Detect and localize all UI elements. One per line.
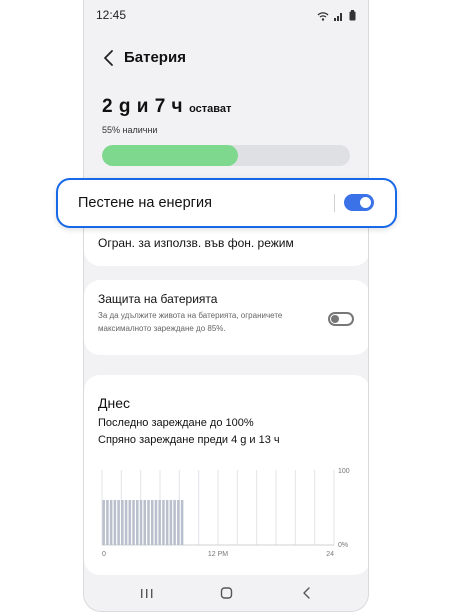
chart-bar <box>147 500 150 545</box>
chart-bar <box>117 500 120 545</box>
chart-bar <box>109 500 113 545</box>
chart-bar <box>139 500 143 545</box>
power-saving-toggle[interactable] <box>344 194 374 211</box>
chart-bar <box>150 500 154 545</box>
chart-bar <box>169 500 173 545</box>
chart-bar <box>106 500 109 545</box>
phone-screen: 12:45 Батерия 2 g и 7 ч остават 55% нали… <box>83 0 369 612</box>
battery-protection-title: Защита на батерията <box>98 292 218 306</box>
chart-bar <box>143 500 147 545</box>
battery-protection-description: За да удължите живота на батерията, огра… <box>98 311 283 333</box>
power-saving-label: Пестене на енергия <box>78 195 212 211</box>
status-bar: 12:45 <box>84 0 368 28</box>
chart-x-tick-label: 12 PM <box>208 551 228 558</box>
chart-bar <box>177 500 180 545</box>
battery-remaining: 2 g и 7 ч остават <box>102 96 231 118</box>
battery-level-fill <box>102 145 239 166</box>
chart-y-tick-label: 100 <box>338 468 350 475</box>
battery-available: 55% налични <box>102 125 158 135</box>
chart-bar <box>113 500 117 545</box>
divider <box>334 194 335 212</box>
page-title: Батерия <box>124 49 186 66</box>
navigation-bar <box>84 575 368 611</box>
battery-protection-card[interactable]: Защита на батерията За да удължите живот… <box>84 280 368 355</box>
toggle-knob <box>331 315 339 323</box>
remaining-label: остават <box>189 103 232 115</box>
chart-y-tick-label: 0% <box>338 542 348 549</box>
wifi-icon <box>317 8 329 26</box>
chart-x-tick-label: 0 <box>102 551 106 558</box>
chart-bar <box>165 500 169 545</box>
chart-bar <box>158 500 161 545</box>
chart-bar <box>102 500 105 545</box>
chart-bar <box>136 500 139 545</box>
chart-bar <box>180 500 184 545</box>
chevron-left-icon[interactable] <box>100 46 120 70</box>
status-icons <box>317 8 356 26</box>
background-usage-limits[interactable]: Огран. за използв. във фон. режим <box>98 236 294 250</box>
chart-bar <box>128 500 132 545</box>
power-saving-row[interactable]: Пестене на енергия <box>56 178 397 228</box>
chart-bar <box>154 500 158 545</box>
signal-icon <box>334 8 344 26</box>
chart-bar <box>121 500 124 545</box>
chart-bar <box>132 500 135 545</box>
battery-protection-toggle[interactable] <box>328 312 354 326</box>
battery-icon <box>349 8 356 26</box>
chart-bar <box>162 500 165 545</box>
toggle-knob <box>360 197 371 208</box>
home-icon[interactable] <box>216 583 238 603</box>
battery-usage-chart: 0 12 PM 24 100 0% <box>101 468 350 558</box>
status-time: 12:45 <box>96 8 127 22</box>
chart-bar <box>124 500 128 545</box>
remaining-time: 2 g и 7 ч <box>102 96 184 117</box>
today-usage-card: Днес Последно зареждане до 100% Спряно з… <box>84 375 368 575</box>
battery-level-bar <box>102 145 350 166</box>
chart-bar <box>173 500 176 545</box>
page-header: Батерия <box>84 40 368 76</box>
back-nav-icon[interactable] <box>296 583 318 603</box>
chart-x-tick-label: 24 <box>326 551 334 558</box>
recent-apps-icon[interactable] <box>136 583 158 603</box>
